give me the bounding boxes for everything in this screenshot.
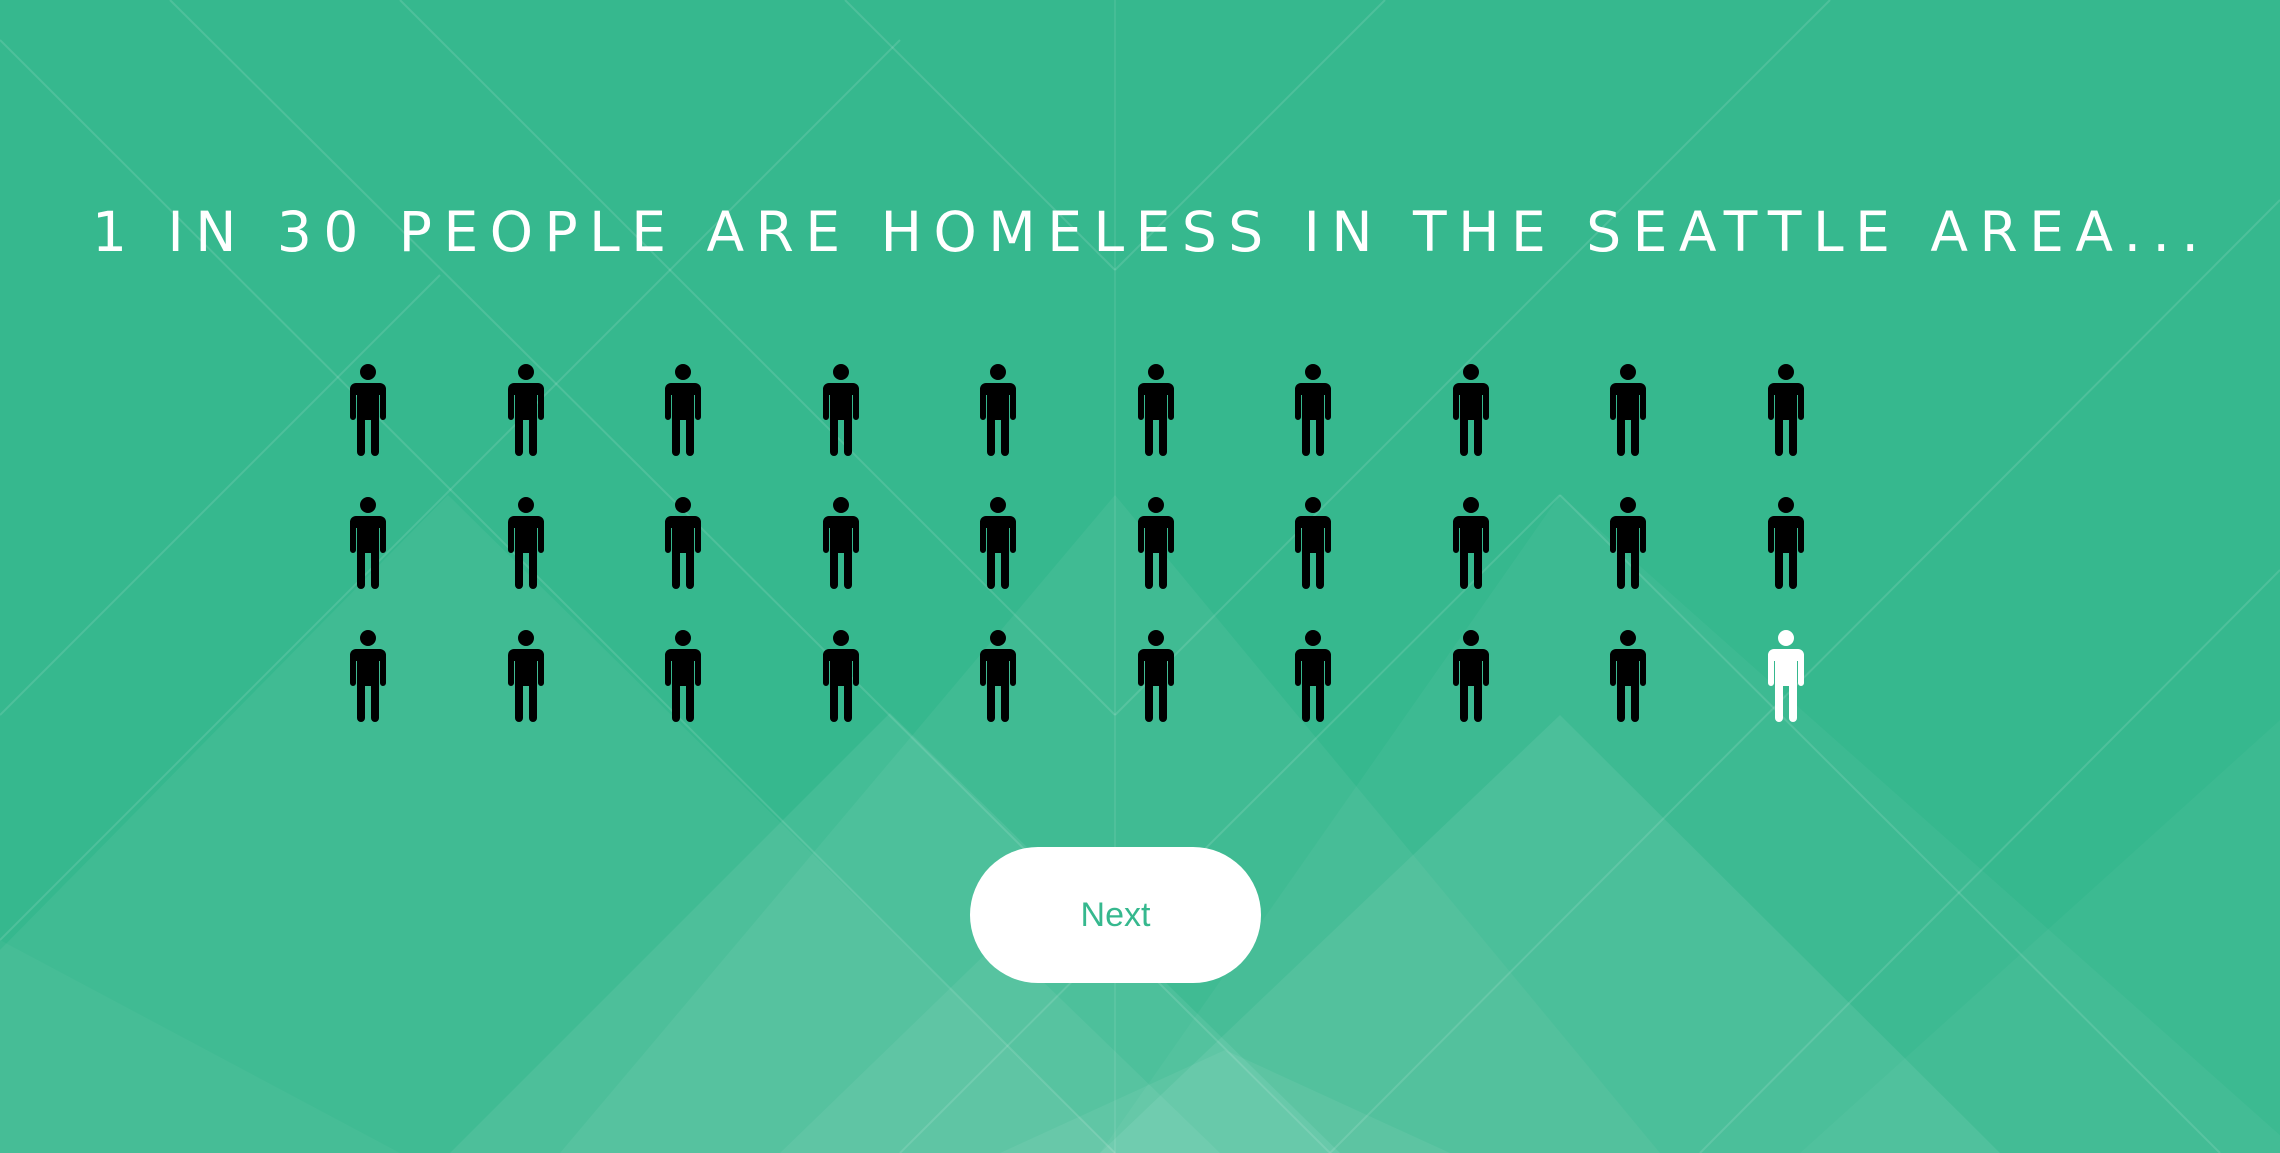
person-icon (659, 628, 707, 724)
person-icon (502, 362, 550, 458)
person-icon (974, 495, 1022, 591)
person-icon (817, 495, 865, 591)
next-button[interactable]: Next (970, 847, 1261, 983)
headline: 1 IN 30 PEOPLE ARE HOMELESS IN THE SEATT… (92, 200, 2211, 264)
person-icon (659, 495, 707, 591)
person-icon (1289, 628, 1337, 724)
person-icon (1604, 628, 1652, 724)
person-icon (1132, 628, 1180, 724)
person-icon (974, 362, 1022, 458)
person-icon (1132, 495, 1180, 591)
person-icon (817, 628, 865, 724)
person-icon-highlighted (1762, 628, 1810, 724)
person-icon (1447, 495, 1495, 591)
person-icon (1762, 362, 1810, 458)
person-icon (344, 495, 392, 591)
person-icon (817, 362, 865, 458)
person-icon (344, 362, 392, 458)
person-icon (1289, 495, 1337, 591)
person-icon (502, 628, 550, 724)
person-icon (1604, 495, 1652, 591)
person-icon (502, 495, 550, 591)
people-pictogram (344, 362, 1824, 732)
person-icon (1289, 362, 1337, 458)
person-icon (1447, 362, 1495, 458)
person-icon (1447, 628, 1495, 724)
person-icon (1762, 495, 1810, 591)
person-icon (344, 628, 392, 724)
person-icon (1604, 362, 1652, 458)
person-icon (974, 628, 1022, 724)
person-icon (1132, 362, 1180, 458)
person-icon (659, 362, 707, 458)
